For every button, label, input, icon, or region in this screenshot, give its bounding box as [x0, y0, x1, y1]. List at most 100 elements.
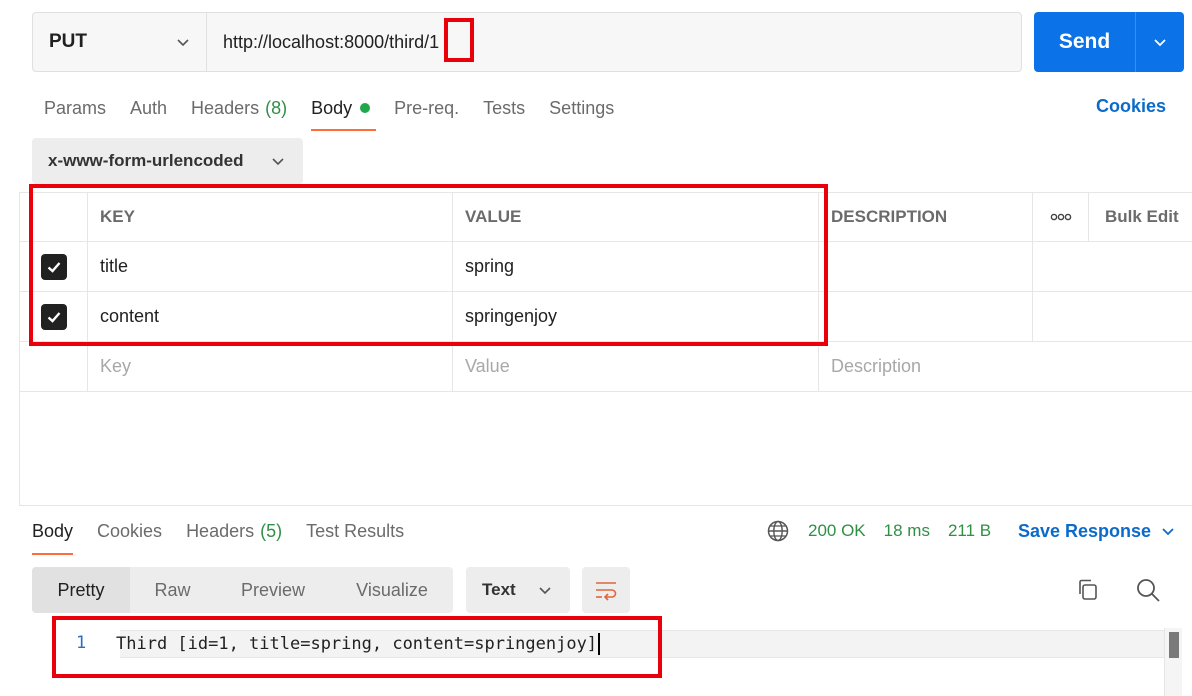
row-key[interactable]: content	[88, 292, 453, 341]
request-tabs: Params Auth Headers (8) Body Pre-req. Tes…	[44, 92, 638, 132]
save-response-button[interactable]: Save Response	[1018, 518, 1175, 544]
tab-label: Pre-req.	[394, 97, 460, 118]
response-tab-test-results[interactable]: Test Results	[306, 516, 404, 546]
method-label: PUT	[49, 31, 87, 52]
row-key[interactable]: title	[88, 242, 453, 291]
row-value[interactable]: spring	[453, 242, 819, 291]
chevron-down-icon	[539, 587, 551, 595]
tab-label: Cookies	[97, 520, 163, 541]
tab-tests[interactable]: Tests	[483, 92, 525, 124]
checkbox-checked-icon	[47, 261, 60, 273]
response-time[interactable]: 18 ms	[884, 521, 930, 541]
tab-settings[interactable]: Settings	[549, 92, 614, 124]
view-mode-tabs: Pretty Raw Preview Visualize	[32, 567, 453, 613]
send-button[interactable]: Send	[1034, 12, 1136, 72]
new-value-input[interactable]: Value	[453, 342, 819, 391]
format-select[interactable]: Text	[466, 567, 570, 613]
row-description[interactable]	[819, 242, 1033, 291]
cookies-link[interactable]: Cookies	[1096, 96, 1166, 117]
code-line: Third [id=1, title=spring, content=sprin…	[116, 633, 601, 655]
line-number: 1	[76, 633, 87, 653]
row-spacer	[1089, 292, 1192, 341]
tab-label: Body	[311, 97, 353, 118]
header-key: KEY	[88, 193, 453, 241]
table-header-row: KEY VALUE DESCRIPTION Bulk Edit	[20, 192, 1192, 242]
response-tab-body[interactable]: Body	[32, 516, 74, 555]
url-id: 1	[429, 31, 440, 52]
tab-pre-request[interactable]: Pre-req.	[394, 92, 459, 124]
url-input[interactable]: http://localhost:8000/third/1	[207, 13, 1021, 71]
header-value: VALUE	[453, 193, 819, 241]
body-type-select[interactable]: x-www-form-urlencoded	[32, 138, 303, 184]
tab-label: Settings	[549, 97, 615, 118]
copy-icon	[1079, 579, 1097, 600]
header-check-cell	[20, 193, 88, 241]
row-checkbox[interactable]	[40, 253, 67, 280]
body-type-label: x-www-form-urlencoded	[48, 151, 244, 170]
tab-label: Auth	[130, 97, 168, 118]
new-key-input[interactable]: Key	[88, 342, 453, 391]
request-bar: PUT http://localhost:8000/third/1	[32, 12, 1022, 72]
response-body-editor[interactable]: 1 Third [id=1, title=spring, content=spr…	[20, 628, 1192, 696]
row-spacer	[1033, 292, 1089, 341]
tab-label: Params	[44, 97, 107, 118]
tab-headers[interactable]: Headers (8)	[191, 92, 287, 124]
response-divider	[20, 505, 1192, 506]
tab-label: Body	[32, 520, 74, 541]
text-cursor	[598, 633, 601, 655]
table-row: content springenjoy	[20, 292, 1192, 342]
table-row: title spring	[20, 242, 1192, 292]
more-dots-icon	[1050, 213, 1071, 221]
tab-auth[interactable]: Auth	[130, 92, 167, 124]
copy-button[interactable]	[1074, 576, 1102, 604]
tab-body[interactable]: Body	[311, 92, 377, 131]
view-tab-preview[interactable]: Preview	[215, 567, 331, 613]
send-button-group: Send	[1034, 12, 1184, 72]
wrap-icon	[596, 582, 617, 601]
row-check-cell	[20, 242, 88, 291]
row-value[interactable]: springenjoy	[453, 292, 819, 341]
bulk-edit-button[interactable]: Bulk Edit	[1089, 193, 1192, 241]
globe-icon[interactable]	[766, 519, 790, 543]
response-tab-cookies[interactable]: Cookies	[97, 516, 162, 546]
scrollbar-thumb[interactable]	[1169, 632, 1179, 658]
code-text: Third [id=1, title=spring, content=sprin…	[116, 634, 598, 654]
chevron-down-icon	[177, 39, 189, 47]
status-badge[interactable]: 200 OK	[808, 521, 866, 541]
row-description[interactable]	[819, 292, 1033, 341]
tab-label: Headers	[191, 97, 260, 118]
save-response-label: Save Response	[1018, 520, 1152, 541]
active-dot-icon	[360, 103, 371, 113]
row-checkbox[interactable]	[40, 303, 67, 330]
wrap-lines-button[interactable]	[582, 567, 630, 613]
response-meta: 200 OK 18 ms 211 B	[766, 518, 1009, 544]
view-tab-raw[interactable]: Raw	[130, 567, 215, 613]
view-tab-pretty[interactable]: Pretty	[32, 567, 130, 613]
row-check-cell	[20, 292, 88, 341]
view-tab-visualize[interactable]: Visualize	[331, 567, 453, 613]
more-options-button[interactable]	[1033, 193, 1089, 241]
search-button[interactable]	[1134, 576, 1162, 604]
chevron-down-icon	[1162, 528, 1174, 536]
tab-label: Headers	[186, 520, 255, 541]
chevron-down-icon	[1154, 39, 1166, 47]
row-spacer	[1033, 242, 1089, 291]
chevron-down-icon	[272, 158, 284, 166]
headers-count: (8)	[265, 97, 288, 118]
method-select[interactable]: PUT	[33, 13, 207, 71]
tab-label: Tests	[483, 97, 526, 118]
checkbox-checked-icon	[47, 311, 60, 323]
row-spacer	[1089, 242, 1192, 291]
tab-label: Test Results	[306, 520, 405, 541]
search-icon	[1137, 579, 1160, 602]
table-row-new: Key Value Description	[20, 342, 1192, 392]
response-size[interactable]: 211 B	[948, 521, 991, 541]
response-tab-headers[interactable]: Headers (5)	[186, 516, 282, 546]
url-prefix: http://localhost:8000/third/	[223, 31, 430, 52]
response-tabs: Body Cookies Headers (5) Test Results	[32, 516, 428, 555]
response-headers-count: (5)	[260, 520, 283, 541]
vertical-scrollbar[interactable]	[1164, 628, 1182, 696]
tab-params[interactable]: Params	[44, 92, 106, 124]
send-options-button[interactable]	[1136, 12, 1184, 72]
new-description-input[interactable]: Description	[819, 342, 1033, 391]
